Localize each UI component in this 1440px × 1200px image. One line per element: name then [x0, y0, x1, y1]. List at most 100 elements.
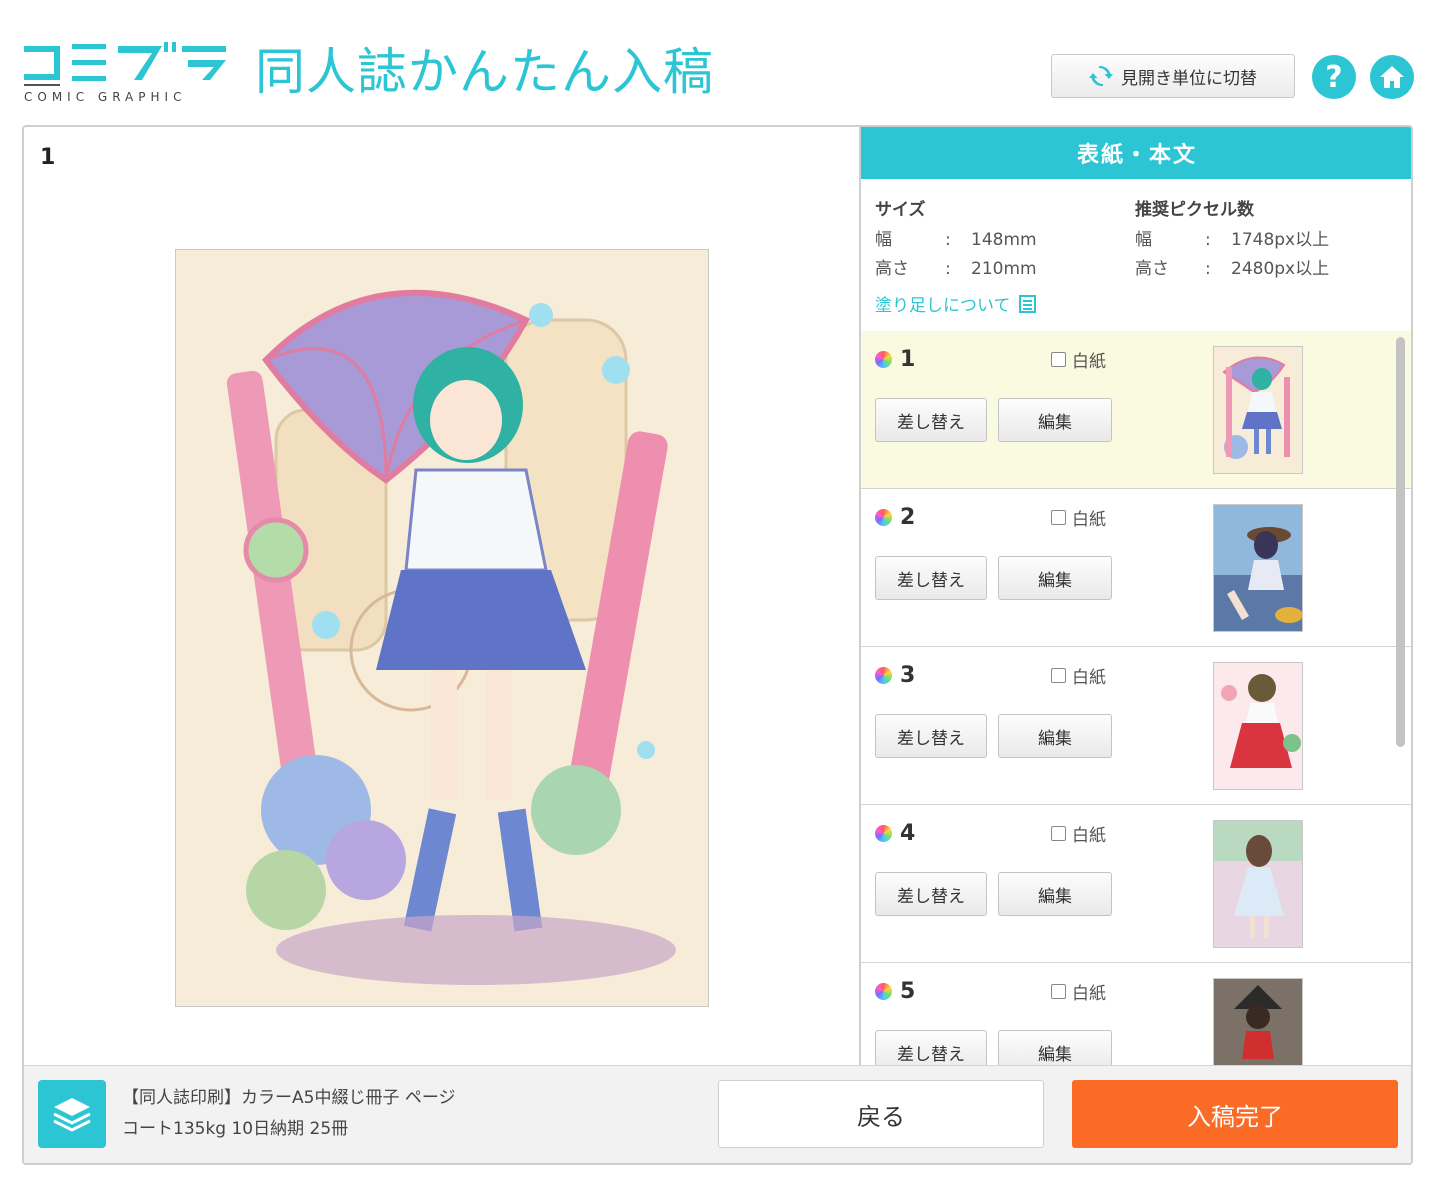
pixel-width-row: 幅:1748px以上	[1135, 226, 1329, 255]
page-item[interactable]: 5 白紙 差し替え 編集	[861, 963, 1411, 1065]
replace-button[interactable]: 差し替え	[875, 556, 987, 600]
color-mode-icon	[875, 667, 892, 684]
blank-checkbox[interactable]	[1051, 668, 1066, 683]
blank-checkbox[interactable]	[1051, 984, 1066, 999]
pixel-height-label: 高さ	[1135, 259, 1169, 279]
edit-button[interactable]: 編集	[998, 398, 1112, 442]
submit-complete-button[interactable]: 入稿完了	[1072, 1080, 1398, 1148]
home-button[interactable]	[1370, 55, 1414, 99]
document-icon	[1018, 294, 1036, 313]
edit-button[interactable]: 編集	[998, 1030, 1112, 1065]
footer-bar: 【同人誌印刷】カラーA5中綴じ冊子 ページ コート135kg 10日納期 25冊…	[24, 1065, 1411, 1163]
spread-switch-button[interactable]: 見開き単位に切替	[1051, 54, 1295, 98]
size-column: サイズ 幅:148mm 高さ:210mm	[875, 195, 1037, 284]
blank-label: 白紙	[1072, 668, 1106, 688]
blank-toggle[interactable]: 白紙	[1051, 979, 1106, 1004]
blank-checkbox[interactable]	[1051, 352, 1066, 367]
product-info: 【同人誌印刷】カラーA5中綴じ冊子 ページ コート135kg 10日納期 25冊	[122, 1083, 456, 1145]
product-line-1: 【同人誌印刷】カラーA5中綴じ冊子 ページ	[122, 1088, 456, 1108]
page-number-label: 5	[900, 979, 916, 1004]
page-list[interactable]: 1 白紙 差し替え 編集 2 白紙 差し替え 編集 3 白紙 差し替え 編集 4…	[861, 331, 1411, 1065]
blank-label: 白紙	[1072, 352, 1106, 372]
edit-button[interactable]: 編集	[998, 556, 1112, 600]
editor-frame: 1 表紙・本文 サイズ 幅: 148mm 高さ: 210mm 推奨ピクセル数…	[22, 125, 1413, 1165]
spread-switch-label: 見開き単位に切替	[1121, 68, 1257, 89]
separator: :	[945, 259, 951, 279]
separator: :	[1205, 230, 1211, 250]
page-thumbnail[interactable]	[1213, 504, 1303, 632]
size-height-row: 高さ:210mm	[875, 255, 1037, 284]
logo-subtitle: COMIC GRAPHIC	[24, 90, 187, 104]
color-mode-icon	[875, 351, 892, 368]
pixel-height-value: 2480px以上	[1231, 259, 1330, 279]
size-height-value: 210mm	[971, 259, 1037, 279]
size-spec: サイズ 幅:148mm 高さ:210mm 推奨ピクセル数 幅:1748px以上 …	[861, 179, 1411, 332]
blank-toggle[interactable]: 白紙	[1051, 505, 1106, 530]
color-mode-icon	[875, 509, 892, 526]
replace-button[interactable]: 差し替え	[875, 714, 987, 758]
page-item[interactable]: 2 白紙 差し替え 編集	[861, 489, 1411, 647]
blank-label: 白紙	[1072, 510, 1106, 530]
page-number: 3	[875, 663, 915, 688]
logo-mark	[24, 42, 226, 86]
app-title: 同人誌かんたん入稿	[255, 43, 714, 101]
page-number-label: 4	[900, 821, 916, 846]
logo[interactable]: COMIC GRAPHIC	[22, 40, 232, 106]
pixel-column: 推奨ピクセル数 幅:1748px以上 高さ:2480px以上	[1135, 195, 1329, 284]
bleed-info-label: 塗り足しについて	[875, 296, 1011, 316]
page-number: 4	[875, 821, 915, 846]
separator: :	[945, 230, 951, 250]
blank-toggle[interactable]: 白紙	[1051, 347, 1106, 372]
page-thumbnail[interactable]	[1213, 346, 1303, 474]
separator: :	[1205, 259, 1211, 279]
page-number: 1	[875, 347, 915, 372]
blank-toggle[interactable]: 白紙	[1051, 663, 1106, 688]
help-icon: ?	[1325, 59, 1343, 95]
page-list-scrollbar[interactable]	[1396, 337, 1405, 747]
size-title: サイズ	[875, 200, 926, 220]
home-icon	[1380, 66, 1404, 88]
pixel-width-label: 幅	[1135, 230, 1152, 250]
edit-button[interactable]: 編集	[998, 714, 1112, 758]
page-number: 2	[875, 505, 915, 530]
blank-checkbox[interactable]	[1051, 826, 1066, 841]
page-number-label: 1	[900, 347, 916, 372]
preview-page-number: 1	[40, 145, 56, 170]
blank-toggle[interactable]: 白紙	[1051, 821, 1106, 846]
blank-label: 白紙	[1072, 826, 1106, 846]
blank-label: 白紙	[1072, 984, 1106, 1004]
page-number-label: 2	[900, 505, 916, 530]
page-list-panel: 表紙・本文 サイズ 幅:148mm 高さ:210mm 推奨ピクセル数 幅:174…	[859, 127, 1411, 1065]
help-button[interactable]: ?	[1312, 55, 1356, 99]
replace-button[interactable]: 差し替え	[875, 872, 987, 916]
replace-button[interactable]: 差し替え	[875, 398, 987, 442]
page-thumbnail[interactable]	[1213, 820, 1303, 948]
color-mode-icon	[875, 825, 892, 842]
page-item[interactable]: 4 白紙 差し替え 編集	[861, 805, 1411, 963]
edit-button[interactable]: 編集	[998, 872, 1112, 916]
bleed-info-link[interactable]: 塗り足しについて	[875, 291, 1036, 316]
refresh-icon	[1089, 65, 1113, 87]
page-artwork	[175, 249, 709, 1007]
replace-button[interactable]: 差し替え	[875, 1030, 987, 1065]
panel-title: 表紙・本文	[861, 127, 1411, 179]
size-width-row: 幅:148mm	[875, 226, 1037, 255]
page-item[interactable]: 1 白紙 差し替え 編集	[861, 331, 1411, 489]
page-thumbnail[interactable]	[1213, 978, 1303, 1065]
pixel-title: 推奨ピクセル数	[1135, 200, 1254, 220]
color-mode-icon	[875, 983, 892, 1000]
size-width-label: 幅	[875, 230, 892, 250]
page-thumbnail[interactable]	[1213, 662, 1303, 790]
page-item[interactable]: 3 白紙 差し替え 編集	[861, 647, 1411, 805]
blank-checkbox[interactable]	[1051, 510, 1066, 525]
pixel-height-row: 高さ:2480px以上	[1135, 255, 1329, 284]
layers-icon	[38, 1080, 106, 1148]
back-button[interactable]: 戻る	[718, 1080, 1044, 1148]
size-height-label: 高さ	[875, 259, 909, 279]
page-preview: 1	[24, 127, 860, 1065]
page-number: 5	[875, 979, 915, 1004]
page-number-label: 3	[900, 663, 916, 688]
product-line-2: コート135kg 10日納期 25冊	[122, 1119, 349, 1139]
size-width-value: 148mm	[971, 230, 1037, 250]
pixel-width-value: 1748px以上	[1231, 230, 1330, 250]
